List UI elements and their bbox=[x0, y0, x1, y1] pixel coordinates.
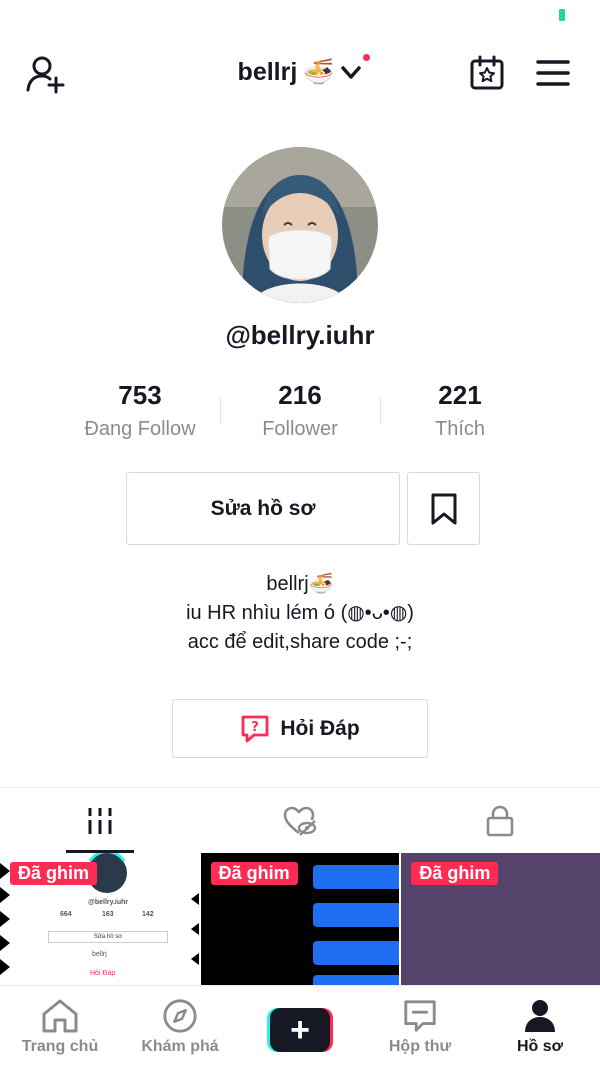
pinned-badge: Đã ghim bbox=[10, 862, 98, 885]
pinned-badge: Đã ghim bbox=[210, 862, 298, 885]
question-bubble-icon: ? bbox=[241, 715, 269, 742]
hamburger-menu-icon bbox=[536, 60, 570, 86]
calendar-star-icon bbox=[470, 55, 504, 90]
profile-bio: bellrj🍜 iu HR nhìu lém ó (◍•ᴗ•◍) acc để … bbox=[0, 570, 600, 657]
nav-profile[interactable]: Hồ sơ bbox=[480, 986, 600, 1067]
bio-line: bellrj🍜 bbox=[266, 573, 334, 595]
inbox-icon bbox=[404, 1000, 436, 1032]
create-video-button[interactable]: + bbox=[267, 1008, 333, 1052]
tab-liked[interactable] bbox=[200, 788, 400, 853]
profile-icon bbox=[525, 1000, 555, 1032]
thumbnail-bubble bbox=[312, 975, 400, 985]
tab-videos[interactable] bbox=[0, 788, 200, 853]
qa-button[interactable]: ? Hỏi Đáp bbox=[172, 699, 428, 758]
grid-icon bbox=[88, 807, 112, 834]
tab-private[interactable] bbox=[400, 788, 600, 853]
svg-text:?: ? bbox=[252, 720, 260, 735]
likes-stat[interactable]: 221 Thích bbox=[380, 378, 540, 448]
edit-profile-button[interactable]: Sửa hồ sơ bbox=[126, 472, 400, 545]
thumb-bio: bellrj bbox=[92, 951, 107, 958]
compass-icon bbox=[163, 999, 197, 1033]
profile-stats: 753 Đang Follow 216 Follower 221 Thích bbox=[60, 378, 540, 448]
video-grid: Đã ghim @bellry.iuhr 664 163 142 Sửa hồ … bbox=[0, 853, 600, 985]
bottom-navigation: Trang chủ Khám phá + Hộp thư Hồ sơ bbox=[0, 985, 600, 1067]
thumb-stat: 664 bbox=[60, 911, 72, 918]
thumb-button: Sửa hồ sơ bbox=[48, 931, 168, 943]
nav-create[interactable]: + bbox=[240, 986, 360, 1067]
notification-dot bbox=[363, 54, 371, 61]
bio-line: acc để edit,share code ;-; bbox=[187, 631, 413, 653]
home-icon bbox=[42, 999, 78, 1033]
nav-label: Hộp thư bbox=[388, 1038, 452, 1055]
stat-value: 221 bbox=[438, 380, 482, 410]
favorites-button[interactable] bbox=[407, 472, 480, 545]
bio-line: iu HR nhìu lém ó (◍•ᴗ•◍) bbox=[186, 602, 414, 624]
battery-indicator bbox=[559, 9, 565, 21]
calendar-button[interactable] bbox=[466, 52, 508, 94]
video-thumbnail[interactable]: Đã ghim @bellry.iuhr 664 163 142 Sửa hồ … bbox=[0, 853, 199, 985]
thumb-qa: Hỏi Đáp bbox=[90, 970, 116, 977]
nav-label: Khám phá bbox=[141, 1038, 219, 1055]
account-switcher[interactable]: bellrj 🍜 bbox=[0, 54, 600, 87]
menu-button[interactable] bbox=[532, 52, 574, 94]
profile-avatar[interactable] bbox=[222, 147, 378, 303]
stat-label: Đang Follow bbox=[84, 418, 196, 440]
nav-home[interactable]: Trang chủ bbox=[0, 986, 120, 1067]
top-bar: bellrj 🍜 bbox=[0, 40, 600, 106]
stat-value: 216 bbox=[278, 380, 322, 410]
bookmark-icon bbox=[431, 493, 456, 524]
content-tabs bbox=[0, 787, 600, 853]
noodle-emoji: 🍜 bbox=[303, 58, 335, 86]
video-thumbnail[interactable]: Đã ghim bbox=[401, 853, 600, 985]
pinned-badge: Đã ghim bbox=[411, 862, 499, 885]
followers-stat[interactable]: 216 Follower bbox=[220, 378, 380, 448]
liked-hidden-icon bbox=[283, 806, 317, 836]
nav-label: Hồ sơ bbox=[516, 1038, 564, 1055]
nav-discover[interactable]: Khám phá bbox=[120, 986, 240, 1067]
stat-label: Thích bbox=[434, 418, 486, 440]
thumb-handle: @bellry.iuhr bbox=[88, 899, 129, 906]
nav-label: Trang chủ bbox=[21, 1038, 99, 1055]
chevron-down-icon bbox=[341, 65, 362, 79]
thumbnail-bubble bbox=[312, 941, 400, 965]
profile-handle: @bellry.iuhr bbox=[225, 320, 375, 350]
avatar-image bbox=[222, 147, 378, 303]
video-thumbnail[interactable]: Đã ghim bbox=[200, 853, 400, 985]
thumb-stat: 163 bbox=[102, 911, 114, 918]
lock-icon bbox=[486, 805, 514, 836]
thumbnail-bubble bbox=[312, 865, 400, 889]
plus-icon: + bbox=[270, 1008, 330, 1052]
thumbnail-bubble bbox=[312, 903, 400, 927]
following-stat[interactable]: 753 Đang Follow bbox=[60, 378, 220, 448]
account-name: bellrj bbox=[237, 58, 298, 86]
stat-label: Follower bbox=[262, 418, 338, 440]
qa-label: Hỏi Đáp bbox=[280, 716, 360, 740]
nav-inbox[interactable]: Hộp thư bbox=[360, 986, 480, 1067]
stat-value: 753 bbox=[118, 380, 162, 410]
thumb-stat: 142 bbox=[142, 911, 154, 918]
